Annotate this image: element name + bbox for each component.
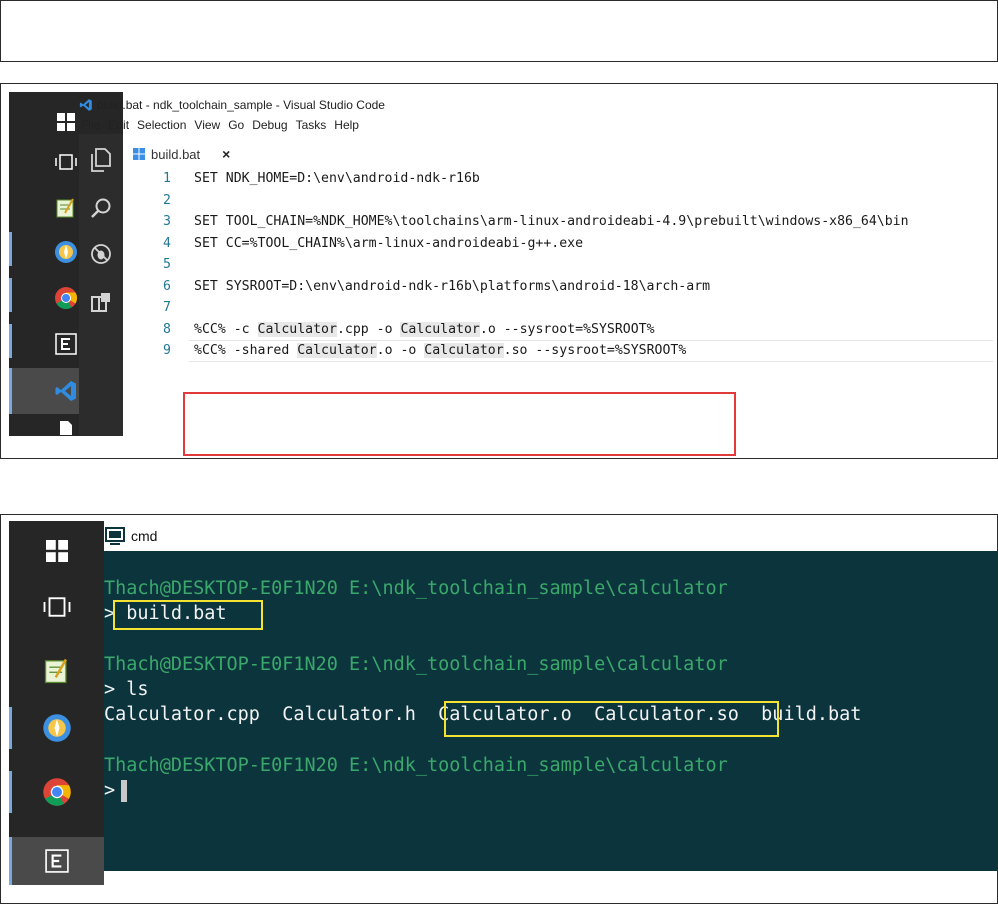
prompt-line: Thach@DESKTOP-E0F1N20 E:\ndk_toolchain_s… [104,654,728,675]
vscode-logo-icon [79,99,92,111]
command-text: ls [126,679,149,700]
menu-bar: File Edit Selection View Go Debug Tasks Help [81,118,359,132]
line-number: 9 [163,343,171,358]
menu-item-debug[interactable]: Debug [252,118,287,132]
file-name: Calculator.h [282,704,416,725]
text-cursor [121,780,128,802]
code-text: %CC% -c [194,321,258,337]
prompt-line: Thach@DESKTOP-E0F1N20 E:\ndk_toolchain_s… [104,578,728,599]
search-icon[interactable] [87,194,115,222]
tab-label: build.bat [151,146,201,162]
window-title: build.bat - ndk_toolchain_sample - Visua… [79,98,385,112]
command-line: > ls [104,679,149,700]
empty-frame [0,0,998,62]
windows-taskbar [9,521,104,885]
code-text: .o --sysroot=%SYSROOT% [479,321,655,337]
prompt-line: Thach@DESKTOP-E0F1N20 E:\ndk_toolchain_s… [104,755,728,776]
code-line[interactable]: 7 [123,297,993,319]
yellow-highlight-box [113,600,263,630]
window-title-text: cmd [131,528,158,544]
windows-start-icon[interactable] [9,529,104,573]
cmd-window-icon [105,527,125,545]
close-icon[interactable]: × [222,146,230,162]
line-content: SET TOOL_CHAIN=%NDK_HOME%\toolchains\arm… [194,214,909,229]
code-text: %CC% -shared [194,343,298,358]
code-text: .o -o [376,343,425,358]
code-text: .cpp -o [336,321,401,337]
menu-item-tasks[interactable]: Tasks [296,118,327,132]
safari-icon[interactable] [9,705,104,751]
code-area[interactable]: 1 SET NDK_HOME=D:\env\android-ndk-r16b 2 3 S… [123,168,993,362]
line-number: 3 [163,214,171,229]
debug-icon[interactable] [87,240,115,268]
line-number: 5 [163,257,171,272]
window-title-text: build.bat - ndk_toolchain_sample - Visua… [97,98,385,112]
highlighted-word: Calculator [257,321,337,337]
notepad-icon[interactable] [9,649,104,693]
menu-item-view[interactable]: View [194,118,220,132]
terminal-app-icon[interactable] [9,837,104,885]
line-content: %CC% -c Calculator.cpp -o Calculator.o -… [194,319,655,341]
menu-item-help[interactable]: Help [334,118,359,132]
chrome-icon[interactable] [9,769,104,815]
yellow-highlight-box [444,701,779,737]
activity-bar [79,134,123,436]
windows-file-icon [133,148,145,160]
line-content: SET NDK_HOME=D:\env\android-ndk-r16b [194,171,480,186]
red-highlight-box [183,392,736,456]
line-content: SET SYSROOT=D:\env\android-ndk-r16b\plat… [194,278,711,294]
cmd-screenshot: cmd Thach@DESKTOP-E0F1N20 E:\ndk_toolcha… [0,514,998,904]
highlighted-word: Calculator [400,321,480,337]
line-content: SET CC=%TOOL_CHAIN%\arm-linux-androideab… [194,235,584,251]
code-line[interactable]: 3 SET TOOL_CHAIN=%NDK_HOME%\toolchains\ar… [123,211,993,233]
task-view-icon[interactable] [9,585,104,629]
menu-item-file[interactable]: File [81,118,100,132]
code-line[interactable]: 2 [123,190,993,212]
file-name: Calculator.cpp [104,704,260,725]
code-line[interactable]: 4 SET CC=%TOOL_CHAIN%\arm-linux-androidea… [123,233,993,255]
window-title: cmd [105,527,157,545]
code-line[interactable]: 8 %CC% -c Calculator.cpp -o Calculator.o … [123,319,993,341]
code-line[interactable]: 6 SET SYSROOT=D:\env\android-ndk-r16b\pla… [123,276,993,298]
line-number: 4 [163,235,171,251]
line-number: 8 [163,321,171,337]
tab-build-bat[interactable]: build.bat × [133,142,230,166]
line-content: %CC% -shared Calculator.o -o Calculator.… [194,340,686,362]
line-number: 2 [163,192,171,208]
line-number: 1 [163,171,171,186]
menu-item-go[interactable]: Go [228,118,244,132]
extensions-icon[interactable] [87,288,115,316]
code-line[interactable]: 5 [123,254,993,276]
line-number: 7 [163,300,171,315]
highlighted-word: Calculator [424,343,504,358]
code-text: .so --sysroot=%SYSROOT% [503,343,687,358]
menu-item-edit[interactable]: Edit [108,118,129,132]
code-line[interactable]: 9 %CC% -shared Calculator.o -o Calculator… [123,340,993,362]
explorer-icon[interactable] [87,146,115,174]
code-line[interactable]: 1 SET NDK_HOME=D:\env\android-ndk-r16b [123,168,993,190]
vscode-screenshot: build.bat - ndk_toolchain_sample - Visua… [0,83,998,459]
highlighted-word: Calculator [297,343,377,358]
command-line: > [104,779,128,803]
menu-item-selection[interactable]: Selection [137,118,186,132]
line-number: 6 [163,278,171,294]
